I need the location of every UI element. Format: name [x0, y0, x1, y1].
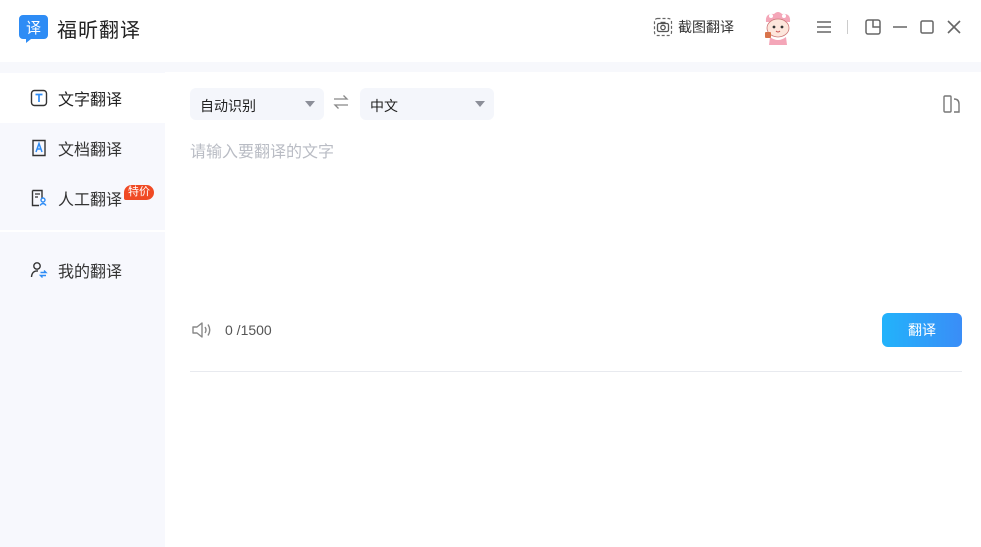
- source-text-input[interactable]: [190, 138, 960, 288]
- document-translate-icon: [32, 139, 46, 157]
- close-icon[interactable]: [945, 18, 963, 36]
- app-name: 福昕翻译: [57, 20, 141, 42]
- speaker-icon[interactable]: [191, 320, 213, 340]
- title-bar: 译 福昕翻译 截图翻译: [0, 0, 981, 62]
- main-panel: 自动识别 中文 0 /1500 翻译: [166, 72, 981, 547]
- translate-button[interactable]: 翻译: [882, 313, 962, 347]
- promo-badge: 特价: [124, 185, 154, 200]
- minimize-icon[interactable]: [891, 18, 909, 36]
- header-separator: [0, 62, 981, 72]
- sidebar-item-label: 文档翻译: [58, 142, 123, 159]
- logo-glyph: 译: [26, 19, 41, 37]
- human-translate-icon: [31, 189, 47, 207]
- character-count: 0 /1500: [225, 322, 272, 338]
- sidebar-item-text-translate[interactable]: 文字翻译: [0, 73, 165, 123]
- sidebar-divider: [0, 230, 165, 232]
- sidebar-item-label: 我的翻译: [58, 264, 123, 281]
- layout-toggle-icon[interactable]: [942, 94, 962, 114]
- screenshot-translate-button[interactable]: 截图翻译: [653, 16, 734, 38]
- sidebar-item-document-translate[interactable]: 文档翻译: [0, 123, 165, 173]
- chevron-down-icon: [475, 101, 485, 107]
- target-language-select[interactable]: 中文: [360, 88, 494, 120]
- camera-icon: [653, 17, 673, 37]
- sidebar-item-label: 文字翻译: [58, 92, 123, 109]
- pin-icon[interactable]: [864, 18, 882, 36]
- sidebar: 文字翻译 文档翻译 人工翻译 特价 我的翻译: [0, 72, 165, 547]
- menu-icon[interactable]: [815, 18, 833, 36]
- input-divider: [190, 371, 962, 372]
- source-language-select[interactable]: 自动识别: [190, 88, 324, 120]
- sidebar-item-my-translate[interactable]: 我的翻译: [0, 245, 165, 295]
- avatar[interactable]: [761, 10, 795, 46]
- text-translate-icon: [30, 89, 48, 107]
- chevron-down-icon: [305, 101, 315, 107]
- app-logo-icon: 译: [19, 15, 48, 43]
- maximize-icon[interactable]: [918, 18, 936, 36]
- titlebar-divider: [847, 20, 848, 34]
- sidebar-item-label: 人工翻译: [58, 192, 123, 209]
- my-translate-icon: [30, 262, 48, 278]
- target-language-value: 中文: [370, 98, 398, 114]
- source-language-value: 自动识别: [200, 98, 256, 114]
- sidebar-item-human-translate[interactable]: 人工翻译 特价: [0, 173, 165, 223]
- screenshot-translate-label: 截图翻译: [678, 19, 734, 35]
- swap-languages-icon[interactable]: [332, 93, 350, 111]
